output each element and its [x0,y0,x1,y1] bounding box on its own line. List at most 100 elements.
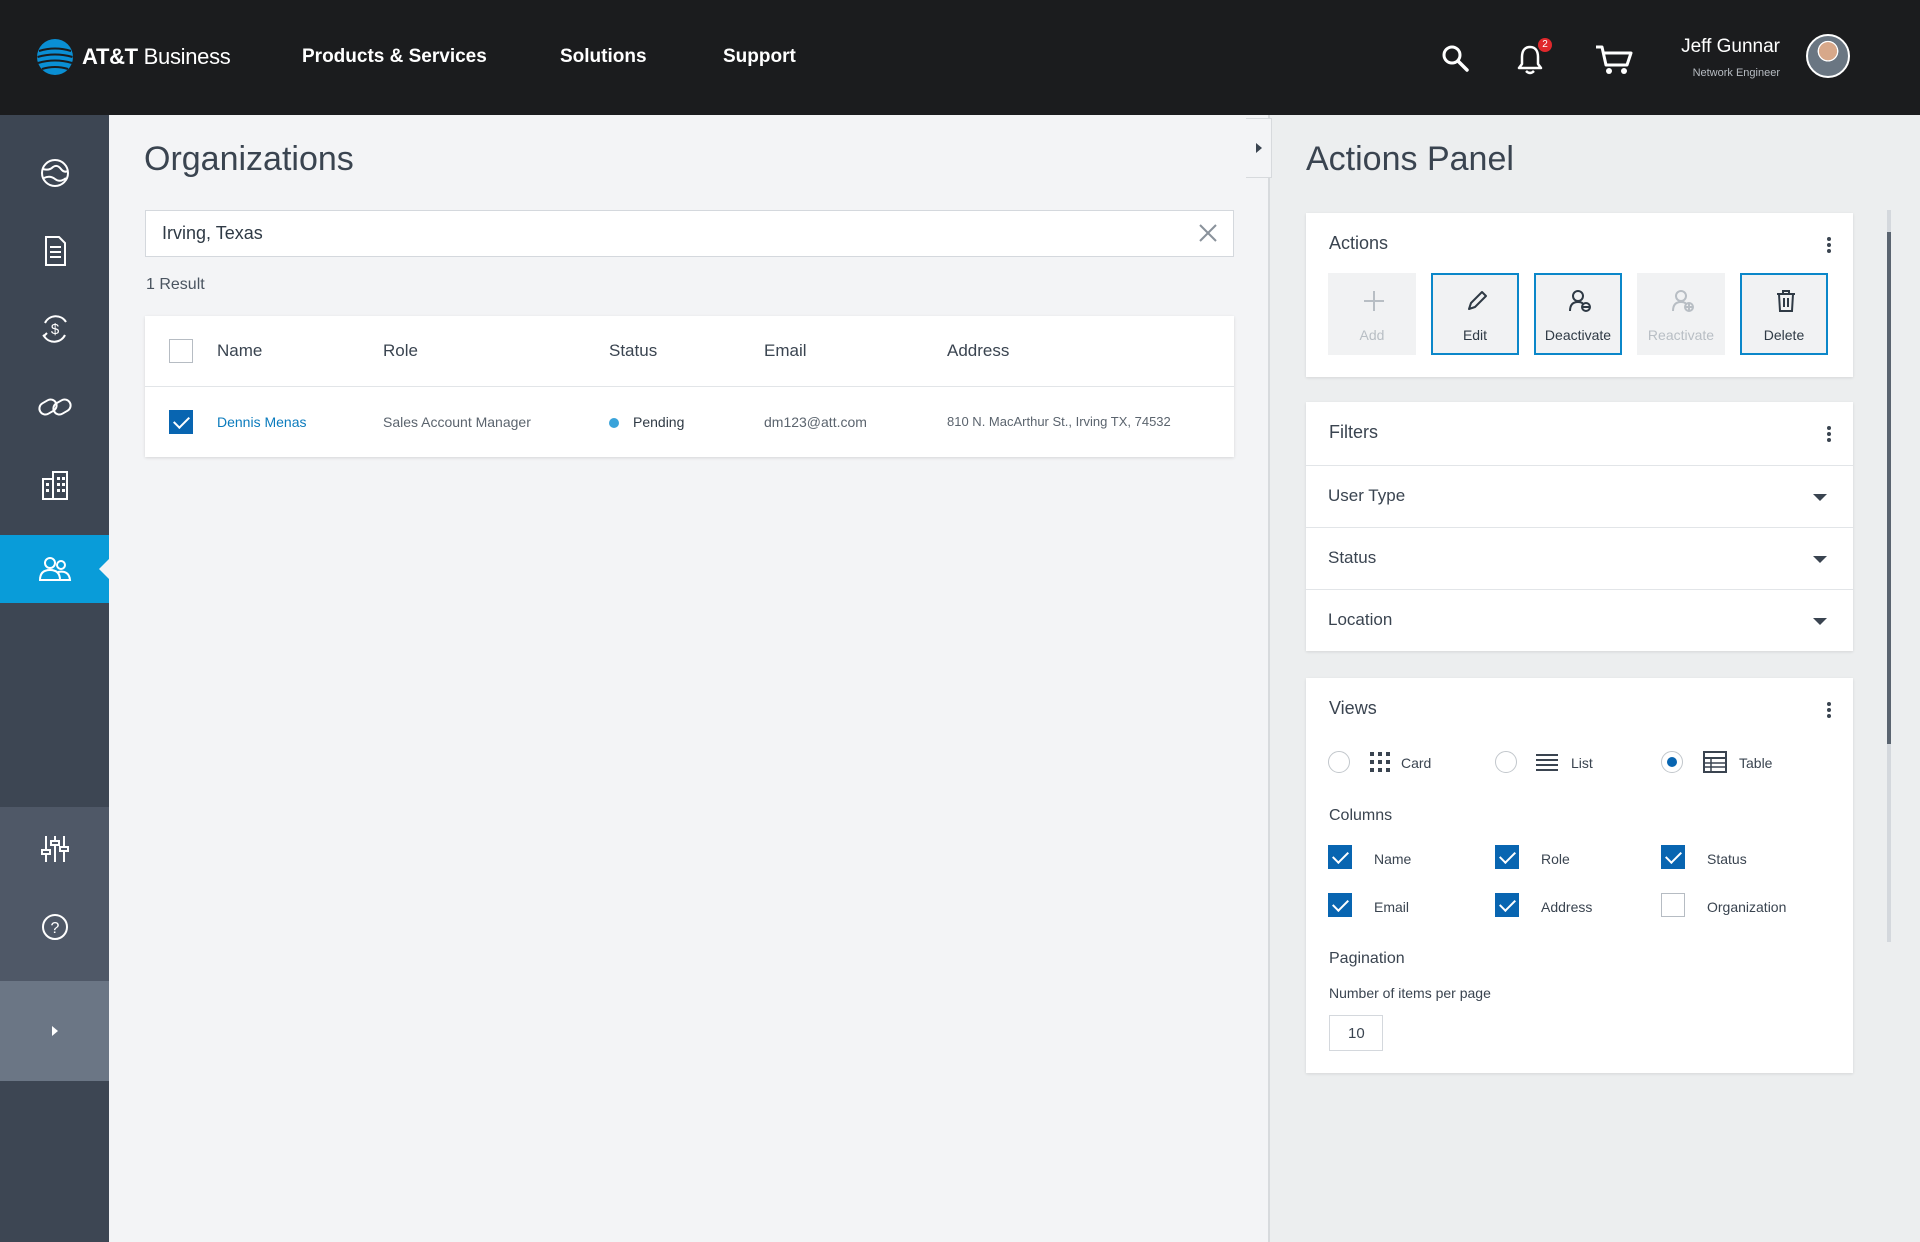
svg-text:$: $ [50,321,59,338]
att-globe-icon [37,39,73,75]
nav-products-services[interactable]: Products & Services [302,46,487,68]
column-role-label: Role [1541,851,1570,867]
sidebar-item-users[interactable] [0,535,109,603]
column-address-label: Address [1541,899,1593,915]
filter-user-type[interactable]: User Type [1306,465,1853,527]
filter-status-label: Status [1328,548,1377,567]
add-button-label: Add [1359,327,1385,343]
sidebar-item-network[interactable] [0,139,109,207]
plus-icon [1364,291,1384,311]
filters-card: Filters User Type Status Location [1306,402,1853,651]
sidebar-item-help[interactable]: ? [0,893,109,961]
filters-menu-icon[interactable] [1827,426,1831,444]
chevron-down-icon [1813,618,1827,625]
chevron-right-icon [51,1026,58,1036]
actions-card-title: Actions [1329,233,1389,253]
user-reactivate-icon [1672,290,1694,312]
filter-status[interactable]: Status [1306,527,1853,589]
organizations-table: Name Role Status Email Address Dennis Me… [145,316,1234,457]
views-menu-icon[interactable] [1827,702,1831,720]
column-organization-checkbox[interactable] [1661,893,1685,917]
svg-text:?: ? [50,920,59,937]
row-email: dm123@att.com [764,414,867,430]
column-name-checkbox[interactable] [1328,845,1352,869]
page-title: Organizations [144,140,354,178]
nav-support[interactable]: Support [723,46,796,68]
row-role: Sales Account Manager [383,414,531,430]
edit-button[interactable]: Edit [1431,273,1519,355]
search-icon[interactable] [1441,44,1469,72]
sidebar-item-billing[interactable]: $ [0,295,109,363]
view-list-label: List [1571,755,1593,771]
edit-button-label: Edit [1462,327,1488,343]
list-icon [1536,754,1558,771]
sidebar-item-documents[interactable] [0,217,109,285]
document-icon [44,236,66,266]
view-card-label: Card [1401,755,1432,771]
filter-user-type-label: User Type [1328,486,1406,505]
row-name-link[interactable]: Dennis Menas [217,387,307,457]
sidebar-tools-section: ? [0,807,109,981]
column-header-address[interactable]: Address [947,316,1009,386]
actions-menu-icon[interactable] [1827,237,1831,255]
delete-button-label: Delete [1763,327,1805,343]
column-header-name[interactable]: Name [217,316,262,386]
sidebar: $ ? [0,115,109,1242]
column-status-checkbox[interactable] [1661,845,1685,869]
chevron-right-icon [1255,143,1262,153]
chevron-down-icon [1813,494,1827,501]
pagination-heading: Pagination [1329,950,1405,967]
panel-scrollbar-thumb[interactable] [1887,232,1891,744]
panel-collapse-button[interactable] [1246,118,1272,178]
brand-suffix: Business [143,44,231,69]
att-logo[interactable]: AT&T Business [36,38,231,76]
cart-icon[interactable] [1594,44,1634,76]
column-email-checkbox[interactable] [1328,893,1352,917]
deactivate-button[interactable]: Deactivate [1534,273,1622,355]
column-address-checkbox[interactable] [1495,893,1519,917]
brand-name: AT&T [82,44,138,69]
notifications-button[interactable]: 2 [1516,38,1552,76]
view-card-radio[interactable] [1328,751,1350,773]
grid-icon [1370,752,1390,772]
add-button[interactable]: Add [1328,273,1416,355]
nav-solutions[interactable]: Solutions [560,46,647,68]
filter-location[interactable]: Location [1306,589,1853,651]
column-email-label: Email [1374,899,1410,915]
row-checkbox[interactable] [169,410,193,434]
items-per-page-input[interactable] [1329,1015,1383,1051]
row-status-text: Pending [633,414,685,430]
user-name[interactable]: Jeff Gunnar [1681,36,1780,58]
view-table-radio[interactable] [1661,751,1683,773]
view-table-label: Table [1739,755,1773,771]
column-status-label: Status [1707,851,1747,867]
chevron-down-icon [1813,556,1827,563]
row-status: Pending [609,387,684,457]
view-list-radio[interactable] [1495,751,1517,773]
select-all-checkbox[interactable] [169,339,193,363]
sidebar-item-connections[interactable] [0,373,109,441]
close-icon[interactable] [1197,222,1219,244]
billing-icon: $ [41,315,67,343]
filter-location-label: Location [1328,610,1393,629]
sidebar-expand-button[interactable] [0,981,109,1081]
search-input[interactable] [162,211,1162,256]
column-header-status[interactable]: Status [609,316,657,386]
views-card: Views Card List Table Columns Name Role … [1306,678,1853,1073]
reactivate-button[interactable]: Reactivate [1637,273,1725,355]
items-per-page-label: Number of items per page [1329,985,1491,1001]
column-organization-label: Organization [1707,899,1787,915]
column-role-checkbox[interactable] [1495,845,1519,869]
column-header-email[interactable]: Email [764,316,807,386]
trash-icon [1777,290,1795,312]
delete-button[interactable]: Delete [1740,273,1828,355]
users-icon [38,557,71,581]
sidebar-item-organizations[interactable] [0,451,109,519]
status-dot [609,418,619,429]
link-icon [37,398,72,416]
avatar[interactable] [1806,34,1850,78]
user-title: Network Engineer [1692,67,1780,79]
column-header-role[interactable]: Role [383,316,418,386]
sidebar-item-settings[interactable] [0,815,109,883]
top-navigation-bar: AT&T Business Products & Services Soluti… [0,0,1920,115]
